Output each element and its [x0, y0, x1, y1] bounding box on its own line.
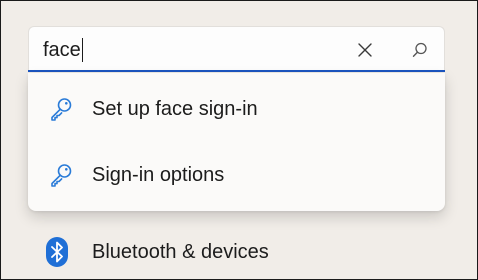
- search-focus-underline: [28, 70, 445, 72]
- suggestion-set-up-face-sign-in[interactable]: Set up face sign-in: [28, 79, 445, 139]
- search-suggestions: Set up face sign-in Sign-in options: [28, 73, 445, 211]
- clear-search-button[interactable]: [352, 37, 378, 63]
- search-input-value: face: [43, 39, 81, 61]
- sidebar-item-bluetooth-devices[interactable]: Bluetooth & devices: [28, 229, 448, 275]
- bluetooth-icon: [46, 237, 68, 267]
- search-button[interactable]: [407, 37, 433, 63]
- key-icon: [51, 164, 72, 187]
- suggestion-label: Sign-in options: [92, 163, 225, 186]
- search-input[interactable]: face: [43, 37, 84, 63]
- close-icon: [358, 43, 372, 57]
- suggestion-sign-in-options[interactable]: Sign-in options: [28, 145, 445, 205]
- key-icon: [51, 98, 72, 121]
- suggestion-label: Set up face sign-in: [92, 97, 258, 120]
- search-icon: [412, 42, 427, 57]
- settings-window: face Set up face sign-in Sign-in options…: [0, 0, 478, 280]
- text-caret: [81, 38, 84, 62]
- sidebar-item-label: Bluetooth & devices: [92, 241, 269, 263]
- search-box[interactable]: face: [28, 26, 445, 72]
